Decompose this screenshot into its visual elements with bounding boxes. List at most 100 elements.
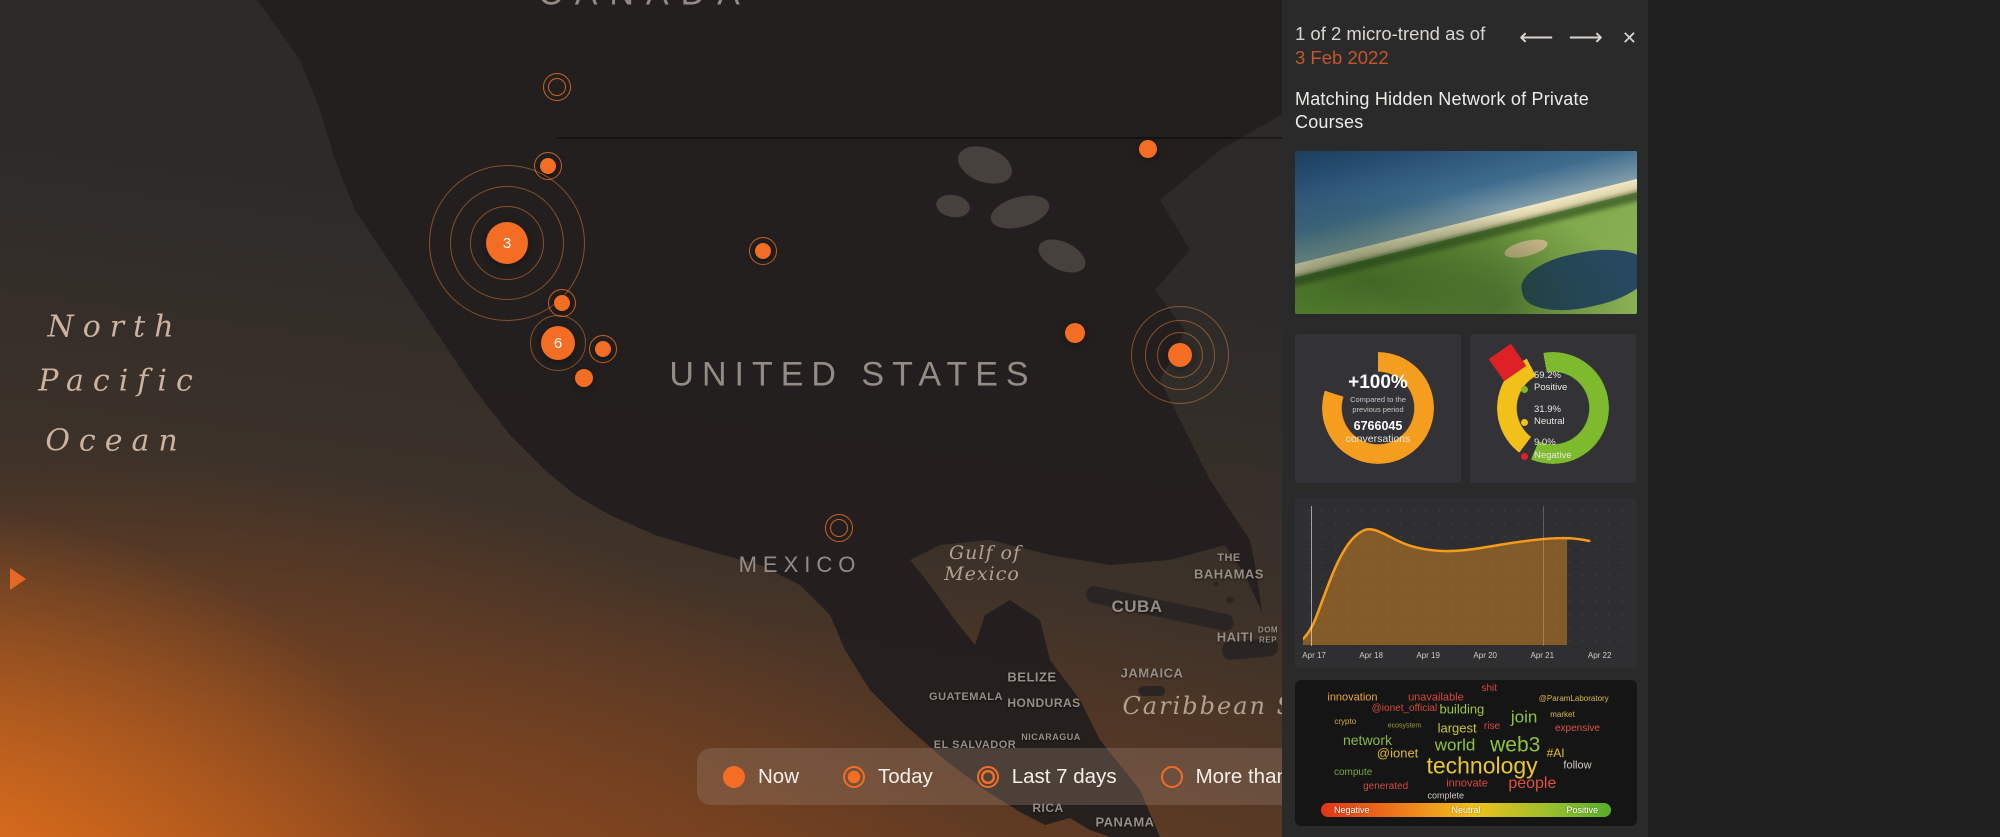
- trend-title: Matching Hidden Network of Private Cours…: [1295, 89, 1589, 133]
- legend-item-label: Today: [878, 764, 933, 788]
- cloud-word-follow: follow: [1563, 759, 1592, 772]
- sentiment-label: Positive: [1534, 382, 1568, 394]
- legend-older-icon: [1160, 765, 1183, 788]
- legend-item-today[interactable]: Today: [843, 765, 933, 789]
- marker-dot: 3: [486, 222, 528, 264]
- next-trend-arrow-icon[interactable]: ⟶: [1569, 26, 1603, 50]
- cloud-word-ionet: @ionet: [1376, 745, 1419, 761]
- cloud-word-complete: complete: [1427, 790, 1465, 801]
- sentiment-dot-icon: [1521, 385, 1528, 393]
- photo-bunker: [1502, 235, 1550, 261]
- marker-ring: [825, 514, 853, 542]
- x-axis-tick-label: Apr 22: [1587, 650, 1612, 660]
- marker-ring: [543, 73, 571, 101]
- map-marker-cluster[interactable]: 6: [530, 315, 586, 371]
- x-axis-tick-label: Apr 19: [1416, 650, 1440, 660]
- marker-dot: [1065, 323, 1085, 343]
- trend-guide-line: [1311, 505, 1313, 646]
- cloud-word-ai: #AI: [1546, 746, 1565, 761]
- x-axis-tick-label: Apr 18: [1359, 650, 1383, 660]
- map-marker-cluster[interactable]: [1131, 306, 1229, 404]
- x-axis-tick-label: Apr 17: [1302, 650, 1326, 660]
- cloud-word-generated: generated: [1363, 780, 1409, 792]
- cloud-word-expensive: expensive: [1554, 722, 1600, 734]
- cloud-word-innovation: innovation: [1327, 691, 1378, 704]
- sentiment-pct: 59.2%: [1534, 369, 1561, 381]
- marker-dot: [554, 295, 570, 311]
- sentiment-stat-card: 59.2% Positive 31.9% Neutral 9.0% Negative: [1470, 333, 1636, 483]
- map-marker-today[interactable]: [548, 289, 576, 317]
- sentiment-legend-negative: 9.0% Negative: [1521, 437, 1572, 462]
- trend-svg: [1303, 527, 1591, 645]
- panel-empty-area: [1648, 0, 2000, 837]
- conversations-stat-card: +100% Compared to the previous period 67…: [1295, 333, 1461, 483]
- map-marker-cluster[interactable]: 3: [429, 165, 585, 321]
- sentiment-legend-neutral: 31.9% Neutral: [1521, 403, 1572, 429]
- scale-neutral-label: Neutral: [1451, 804, 1481, 815]
- sentiment-label: Negative: [1534, 449, 1572, 461]
- sentiment-label: Neutral: [1534, 415, 1565, 427]
- app: CANADAUNITED STATESMEXICONorthPacificOce…: [0, 0, 2000, 837]
- word-cloud-card: Negative Neutral Positive innovation unav…: [1295, 679, 1637, 826]
- marker-dot: [1168, 343, 1192, 367]
- photo-ocean: [1295, 150, 1637, 270]
- cloud-word-ecosystem: ecosystem: [1387, 722, 1422, 730]
- marker-dot: [755, 243, 771, 259]
- micro-trend-counter: 1 of 2 micro-trend as of: [1295, 23, 1486, 44]
- change-percent: +100%: [1348, 372, 1408, 394]
- sentiment-scale-bar: Negative Neutral Positive: [1321, 802, 1611, 817]
- cloud-word-shit: shit: [1481, 683, 1498, 695]
- x-axis-tick-label: Apr 21: [1530, 650, 1555, 660]
- map-marker-now[interactable]: [1139, 140, 1157, 158]
- trend-chart-card: Apr 17 Apr 18 Apr 19 Apr 20 Apr 21 Apr 22: [1295, 497, 1637, 668]
- map-marker-today[interactable]: [589, 335, 617, 363]
- panel-nav: ⟵ ⟶ ✕: [1519, 26, 1637, 50]
- map-time-legend: NowTodayLast 7 daysMore than 7 days ago: [697, 748, 1394, 805]
- golf-course-photo: [1295, 150, 1637, 314]
- close-panel-icon[interactable]: ✕: [1622, 29, 1637, 47]
- legend-last7-icon: [976, 765, 999, 788]
- legend-now-icon: [723, 765, 745, 788]
- photo-pond: [1516, 239, 1637, 314]
- expand-sidebar-icon[interactable]: [10, 568, 26, 590]
- cloud-word-paramlaboratory: @ParamLaboratory: [1538, 693, 1609, 703]
- map-marker-today[interactable]: [534, 152, 562, 180]
- change-caption-line2: previous period: [1352, 404, 1404, 414]
- conversations-stat-text: +100% Compared to the previous period 67…: [1328, 372, 1428, 445]
- legend-today-icon: [843, 765, 866, 788]
- trend-x-axis: Apr 17 Apr 18 Apr 19 Apr 20 Apr 21 Apr 22: [1302, 646, 1629, 666]
- cloud-word-network: network: [1342, 732, 1393, 749]
- legend-item-now[interactable]: Now: [723, 765, 799, 789]
- legend-item-label: Now: [758, 764, 800, 788]
- photo-treeline: [1295, 173, 1637, 295]
- scale-positive-label: Positive: [1566, 804, 1598, 815]
- trend-area-fill: [1303, 529, 1568, 645]
- sentiment-pct: 31.9%: [1534, 403, 1561, 415]
- map-marker-today[interactable]: [749, 237, 777, 265]
- cloud-word-rise: rise: [1483, 720, 1501, 732]
- cloud-word-largest: largest: [1437, 720, 1477, 736]
- trend-guide-line: [1543, 505, 1545, 646]
- cloud-word-world: world: [1434, 735, 1476, 755]
- sentiment-legend: 59.2% Positive 31.9% Neutral 9.0% Negative: [1521, 369, 1572, 462]
- marker-dot: [540, 158, 556, 174]
- marker-dot: [1139, 140, 1157, 158]
- cloud-word-crypto: crypto: [1334, 717, 1357, 727]
- legend-item-last-7-days[interactable]: Last 7 days: [976, 765, 1117, 789]
- sentiment-dot-icon: [1521, 452, 1528, 460]
- trend-area-chart: [1303, 503, 1629, 646]
- cloud-word-market: market: [1550, 710, 1575, 720]
- micro-trend-panel: 1 of 2 micro-trend as of 3 Feb 2022 ⟵ ⟶ …: [1282, 0, 2000, 837]
- cloud-word-compute: compute: [1333, 767, 1373, 779]
- map-marker-now[interactable]: [575, 369, 593, 387]
- sentiment-legend-positive: 59.2% Positive: [1521, 369, 1572, 395]
- scale-negative-label: Negative: [1334, 804, 1370, 815]
- change-caption: Compared to the previous period: [1328, 395, 1428, 415]
- map-marker-now[interactable]: [1065, 323, 1085, 343]
- x-axis-tick-label: Apr 20: [1473, 650, 1498, 660]
- sentiment-pct: 9.0%: [1534, 437, 1556, 449]
- conversations-label: conversations: [1345, 432, 1411, 445]
- prev-trend-arrow-icon[interactable]: ⟵: [1519, 26, 1553, 50]
- cloud-word-join: join: [1510, 707, 1538, 727]
- panel-header-text: 1 of 2 micro-trend as of 3 Feb 2022: [1295, 22, 1485, 70]
